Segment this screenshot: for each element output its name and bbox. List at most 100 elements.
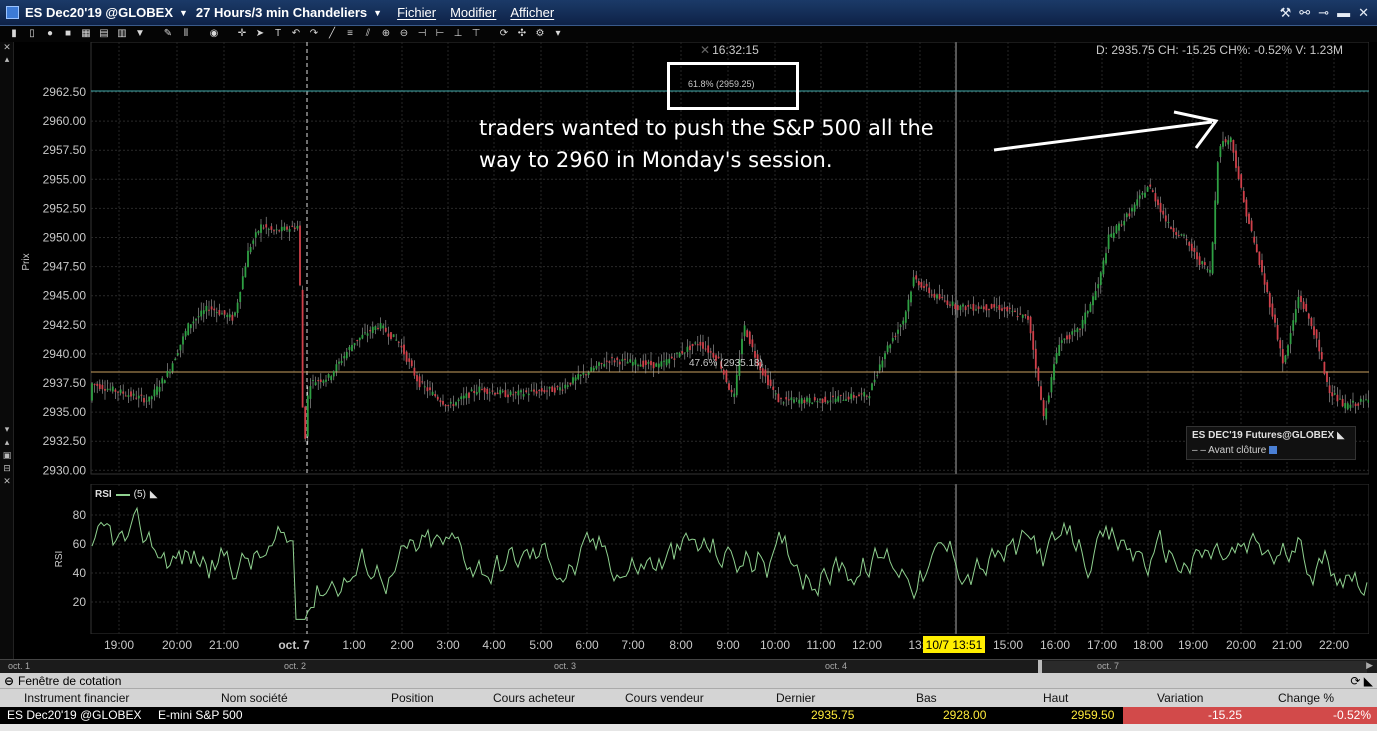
window-title[interactable]: ES Dec20'19 @GLOBEX [25,5,173,20]
layout-icon[interactable]: ▥ [114,27,130,41]
bar-chart-icon[interactable]: ▮ [6,27,22,41]
candle-body [1222,141,1224,147]
zoom-out-icon[interactable]: ⊖ [396,27,412,41]
candle-body [676,352,678,354]
col-last[interactable]: Dernier [776,691,815,705]
candle-body [873,379,876,383]
cursor-icon[interactable]: ➤ [252,27,268,41]
candle-body [470,389,473,392]
draw-icon[interactable]: ✎ [160,27,176,41]
tools-icon[interactable]: ⚒ [1280,5,1292,21]
col-low[interactable]: Bas [916,691,937,705]
stop-icon[interactable]: ■ [60,27,76,41]
legend-item[interactable]: ‒ ‒ Avant clôture [1192,445,1350,456]
chevron-down-icon[interactable]: ▼ [373,8,382,18]
y-tick-label: 2957.50 [43,143,87,157]
candle-body [364,332,366,334]
candle-body [743,325,746,337]
close-icon[interactable]: ✕ [2,42,12,52]
candle-body [293,227,296,230]
hbar-icon[interactable]: ⊤ [468,27,484,41]
chevron-right-icon[interactable]: ▶ [1366,660,1373,671]
rsi-chart[interactable]: 80 60 40 20 RSI [14,484,1369,634]
link-icon[interactable]: ⚯ [1299,5,1310,21]
zoom-in-icon[interactable]: ⊕ [378,27,394,41]
candle-body [335,364,338,372]
candle-body [1287,345,1289,356]
candle-body [1136,199,1139,206]
minimize-icon[interactable]: ▬ [1337,5,1350,21]
grid-icon[interactable]: ▦ [78,27,94,41]
candle-body [930,294,933,296]
expand-icon[interactable]: ▾ [2,424,12,434]
hbar-icon[interactable]: ⊣ [414,27,430,41]
candle-body [512,394,515,396]
overview-drag-handle[interactable] [1038,660,1042,674]
candle-body [980,307,983,309]
col-change[interactable]: Variation [1157,691,1203,705]
candle-body [1281,349,1284,364]
candle-body [1159,202,1162,213]
table-row[interactable]: ES Dec20'19 @GLOBEX E-mini S&P 500 2935.… [0,707,1377,724]
arrow-icon[interactable]: ◣ [150,489,158,500]
lock-icon[interactable]: ⊟ [2,463,12,473]
text-icon[interactable]: T [270,27,286,41]
y-axis-label: Prix [21,253,32,270]
filter-icon[interactable]: ▼ [132,27,148,41]
collapse-icon[interactable]: ⊖ [4,673,14,688]
settings-icon[interactable]: ▣ [2,450,12,460]
channel-icon[interactable]: ⫽ [360,27,376,41]
bars-icon[interactable]: ⫴ [178,27,194,41]
close-icon[interactable]: ✕ [2,476,12,486]
candle-body [1146,186,1149,192]
fib-icon[interactable]: ≡ [342,27,358,41]
crosshair-icon[interactable]: ✛ [234,27,250,41]
arrow-icon[interactable]: ◣ [1337,430,1345,441]
col-position[interactable]: Position [391,691,434,705]
rsi-tick-label: 80 [73,508,87,522]
col-instrument[interactable]: Instrument financier [24,691,129,705]
candle-icon[interactable]: ▯ [24,27,40,41]
col-ask[interactable]: Cours vendeur [625,691,704,705]
color-icon[interactable]: ◉ [206,27,222,41]
rsi-plot-area [90,484,1369,634]
candle-body [746,330,749,338]
undo-icon[interactable]: ↶ [288,27,304,41]
candle-body [351,344,353,352]
col-company[interactable]: Nom société [221,691,288,705]
menu-modifier[interactable]: Modifier [450,5,496,20]
circle-icon[interactable]: ● [42,27,58,41]
menu-fichier[interactable]: Fichier [397,5,436,20]
pin-icon[interactable]: ✣ [514,27,530,41]
line-icon[interactable]: ╱ [324,27,340,41]
chevron-down-icon[interactable]: ▾ [550,27,566,41]
pin-icon[interactable]: ⊸ [1318,5,1329,21]
time-overview-strip[interactable]: oct. 1 oct. 2 oct. 3 oct. 4 oct. 7 ▶ [0,659,1377,674]
period-selector[interactable]: 27 Hours/3 min Chandeliers [196,5,367,20]
y-tick-label: 2955.00 [43,172,87,186]
wrench-icon[interactable]: ⚙ [532,27,548,41]
redo-icon[interactable]: ↷ [306,27,322,41]
candle-body [954,304,957,310]
refresh-icon[interactable]: ⟳ [496,27,512,41]
candle-body [475,391,478,395]
chevron-down-icon[interactable]: ▼ [179,8,188,18]
collapse-icon[interactable]: ▴ [2,54,12,64]
candle-body [520,390,522,393]
candle-body [1157,199,1159,206]
close-icon[interactable]: ✕ [1358,5,1369,21]
time-tick-label: 2:00 [390,638,414,652]
checkbox-icon[interactable] [1269,446,1278,455]
collapse-icon[interactable]: ▴ [2,437,12,447]
col-bid[interactable]: Cours acheteur [493,691,575,705]
hbar-icon[interactable]: ⊢ [432,27,448,41]
menu-afficher[interactable]: Afficher [510,5,554,20]
col-high[interactable]: Haut [1043,691,1068,705]
overview-thumb[interactable] [1042,661,1367,673]
cell-change-pct: -0.52% [1248,707,1377,724]
grid-icon[interactable]: ▤ [96,27,112,41]
col-change-pct[interactable]: Change % [1278,691,1334,705]
candle-body [876,375,879,377]
hbar-icon[interactable]: ⊥ [450,27,466,41]
refresh-icon[interactable]: ⟳ ◣ [1350,673,1377,688]
